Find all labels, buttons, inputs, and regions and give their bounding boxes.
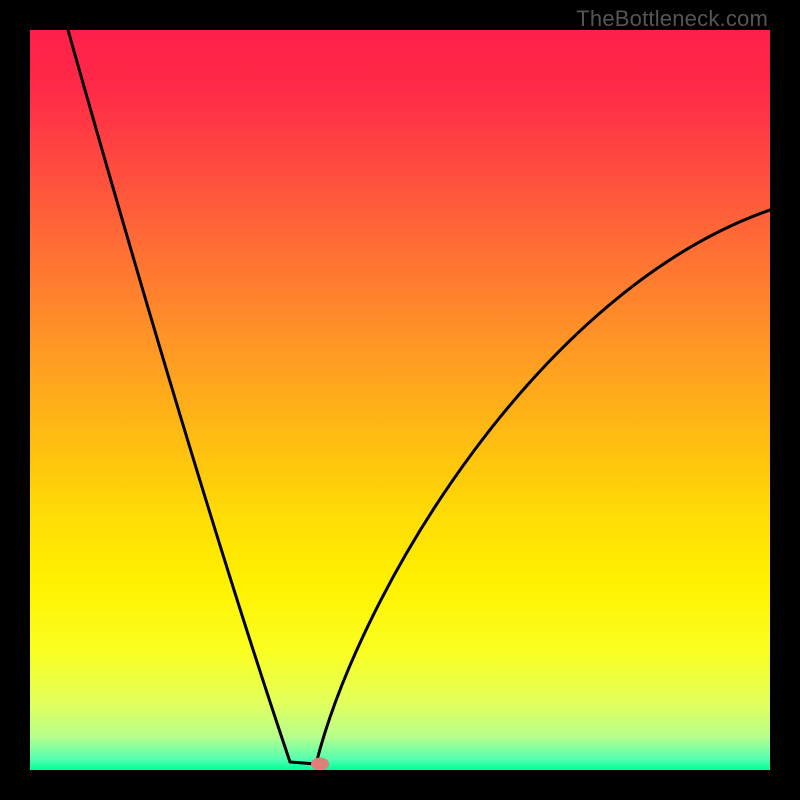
watermark-text: TheBottleneck.com	[576, 6, 768, 32]
optimum-marker	[311, 758, 329, 771]
bottleneck-curve	[30, 30, 770, 770]
chart-area	[30, 30, 770, 770]
